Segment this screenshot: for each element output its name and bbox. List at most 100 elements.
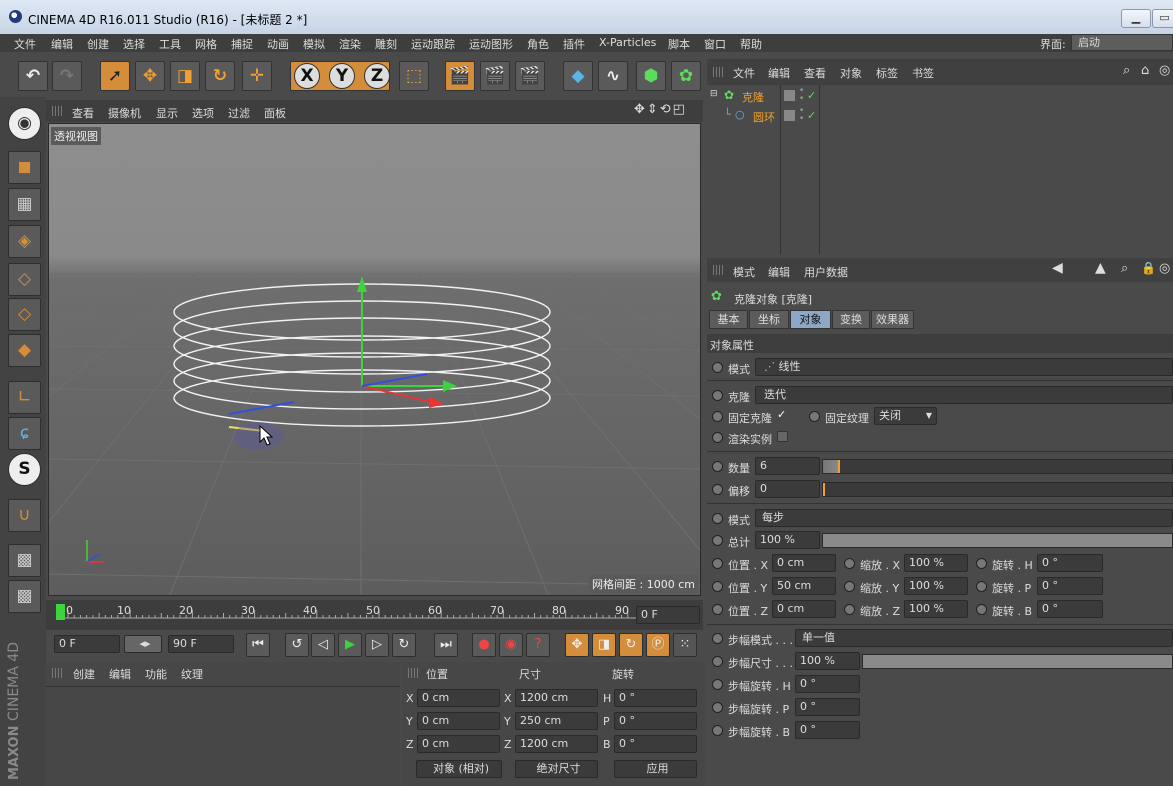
- subdivision-surface-button[interactable]: ⬢: [636, 61, 666, 91]
- menu-x-particles[interactable]: X-Particles: [599, 36, 656, 49]
- viewport-menu-panel[interactable]: 面板: [264, 105, 286, 121]
- scale-tool-button[interactable]: ◨: [170, 61, 200, 91]
- back-arrow-icon[interactable]: ◀: [1052, 260, 1063, 276]
- step-size-field[interactable]: 100 %: [795, 652, 860, 670]
- step-rot-b-anim-radio[interactable]: [712, 725, 723, 736]
- menu-edit[interactable]: 编辑: [51, 36, 73, 52]
- object-row-torus[interactable]: └ ○ 圆环 • • ✓: [707, 107, 1173, 125]
- play-button[interactable]: ▶: [338, 633, 362, 657]
- step-rot-b-field[interactable]: 0 °: [795, 721, 860, 739]
- spline-pen-button[interactable]: ∿: [598, 61, 628, 91]
- transform-tool-button[interactable]: ✛: [242, 61, 272, 91]
- menu-animate[interactable]: 动画: [267, 36, 289, 52]
- menu-create[interactable]: 创建: [87, 36, 109, 52]
- render-picture-viewer-button[interactable]: 🎬: [480, 61, 510, 91]
- menu-sculpt[interactable]: 雕刻: [375, 36, 397, 52]
- magnet-icon[interactable]: ∪: [8, 499, 41, 532]
- next-frame-button[interactable]: ▷: [365, 633, 389, 657]
- object-search-icon[interactable]: ⌕: [1123, 63, 1130, 78]
- move-tool-button[interactable]: ✥: [135, 61, 165, 91]
- apply-button[interactable]: 应用: [614, 760, 697, 778]
- menu-mograph[interactable]: 运动图形: [469, 36, 513, 52]
- size-mode-select[interactable]: 绝对尺寸: [515, 760, 598, 778]
- prev-frame-button[interactable]: ◁: [311, 633, 335, 657]
- object-menu-file[interactable]: 文件: [733, 65, 755, 81]
- cloner-button[interactable]: ✿: [671, 61, 701, 91]
- material-menu-texture[interactable]: 纹理: [181, 666, 203, 682]
- total-field[interactable]: 100 %: [755, 531, 820, 549]
- playhead-marker[interactable]: [56, 604, 65, 620]
- rot-p-anim-radio[interactable]: [976, 581, 987, 592]
- rot-p-field[interactable]: 0 °: [1037, 577, 1103, 595]
- timeline-ruler[interactable]: 0 10 20 30 40 50 60 70 80 90 0 F: [46, 600, 703, 630]
- viewport-menu-filter[interactable]: 过滤: [228, 105, 250, 121]
- tab-basic[interactable]: 基本: [709, 310, 748, 329]
- scale-y-field[interactable]: 100 %: [904, 577, 968, 595]
- material-menu-create[interactable]: 创建: [73, 666, 95, 682]
- fix-clone-checkbox[interactable]: ✓: [777, 408, 789, 421]
- rot-h-anim-radio[interactable]: [976, 558, 987, 569]
- viewport-menu-display[interactable]: 显示: [156, 105, 178, 121]
- fix-texture-select[interactable]: 关闭 ▼: [874, 407, 937, 425]
- workplane-mode-icon[interactable]: ◈: [8, 225, 41, 258]
- object-home-icon[interactable]: ⌂: [1141, 63, 1149, 78]
- step-mode-anim-radio[interactable]: [712, 633, 723, 644]
- key-rotation-button[interactable]: ↻: [619, 633, 643, 657]
- rotation-p-field[interactable]: 0 °: [614, 712, 697, 730]
- menu-character[interactable]: 角色: [527, 36, 549, 52]
- undo-button[interactable]: ↶: [18, 61, 48, 91]
- render-instances-anim-radio[interactable]: [712, 432, 723, 443]
- texture-mode-icon[interactable]: ▦: [8, 188, 41, 221]
- y-axis-lock-button[interactable]: Y: [329, 63, 355, 89]
- pos-x-field[interactable]: 0 cm: [772, 554, 836, 572]
- redo-button[interactable]: ↷: [52, 61, 82, 91]
- key-position-button[interactable]: ✥: [565, 633, 589, 657]
- step-rot-p-anim-radio[interactable]: [712, 702, 723, 713]
- visibility-dots-icon[interactable]: • •: [799, 87, 804, 104]
- menu-simulate[interactable]: 模拟: [303, 36, 325, 52]
- viewport-nav-icons[interactable]: ✥⇕⟲◰: [634, 102, 687, 117]
- menu-tools[interactable]: 工具: [159, 36, 181, 52]
- offset-field[interactable]: 0: [755, 480, 820, 498]
- offset-anim-radio[interactable]: [712, 484, 723, 495]
- scale-z-anim-radio[interactable]: [844, 604, 855, 615]
- position-x-field[interactable]: 0 cm: [417, 689, 500, 707]
- clone-anim-radio[interactable]: [712, 390, 723, 401]
- render-view-button[interactable]: 🎬: [445, 61, 475, 91]
- prev-key-button[interactable]: ↺: [285, 633, 309, 657]
- render-instances-checkbox[interactable]: [777, 431, 788, 442]
- menu-script[interactable]: 脚本: [668, 36, 690, 52]
- coordinate-system-button[interactable]: ⬚: [399, 61, 429, 91]
- axis-mode-icon[interactable]: ∟: [8, 381, 41, 414]
- menu-window[interactable]: 窗口: [704, 36, 726, 52]
- visibility-dots-icon[interactable]: • •: [799, 107, 804, 124]
- step-rot-h-field[interactable]: 0 °: [795, 675, 860, 693]
- tab-coord[interactable]: 坐标: [749, 310, 789, 329]
- step-rot-p-field[interactable]: 0 °: [795, 698, 860, 716]
- fix-texture-anim-radio[interactable]: [809, 411, 820, 422]
- menu-plugins[interactable]: 插件: [563, 36, 585, 52]
- position-y-field[interactable]: 0 cm: [417, 712, 500, 730]
- mode-anim-radio[interactable]: [712, 362, 723, 373]
- keyframe-selection-button[interactable]: ?: [526, 633, 550, 657]
- mode-select[interactable]: ⋰ 线性: [755, 358, 1173, 376]
- model-mode-icon[interactable]: ◼: [8, 151, 41, 184]
- scale-x-field[interactable]: 100 %: [904, 554, 968, 572]
- cube-object-button[interactable]: ◆: [563, 61, 593, 91]
- size-x-field[interactable]: 1200 cm: [515, 689, 598, 707]
- object-menu-edit[interactable]: 编辑: [768, 65, 790, 81]
- render-settings-button[interactable]: 🎬: [515, 61, 545, 91]
- layer-swatch[interactable]: [784, 110, 795, 121]
- rot-b-anim-radio[interactable]: [976, 604, 987, 615]
- workplane-lock-icon[interactable]: ▩: [8, 544, 41, 577]
- material-menu-edit[interactable]: 编辑: [109, 666, 131, 682]
- tree-collapse-icon[interactable]: ⊟: [710, 89, 718, 99]
- position-z-field[interactable]: 0 cm: [417, 735, 500, 753]
- maximize-button[interactable]: ▭: [1152, 9, 1173, 28]
- go-to-start-button[interactable]: ⏮: [246, 633, 270, 657]
- step-mode-select[interactable]: 单一值: [795, 629, 1173, 647]
- minimize-button[interactable]: ▁: [1121, 9, 1151, 28]
- pos-y-field[interactable]: 50 cm: [772, 577, 836, 595]
- object-menu-bookmarks[interactable]: 书签: [912, 65, 934, 81]
- start-frame-field[interactable]: 0 F: [54, 635, 120, 653]
